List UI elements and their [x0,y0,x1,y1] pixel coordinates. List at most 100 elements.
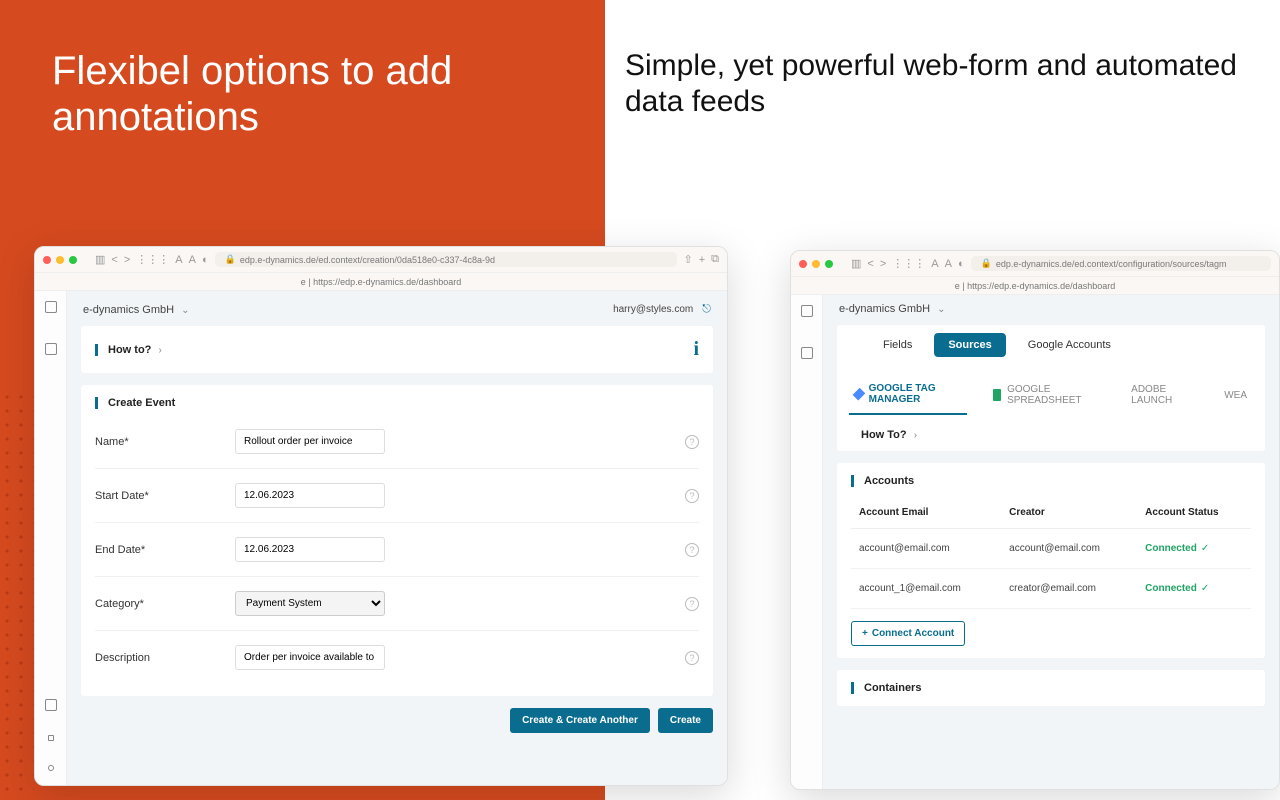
traffic-lights[interactable] [799,260,833,268]
table-row[interactable]: account_1@email.com creator@email.com Co… [851,569,1251,609]
tabs-overview-icon[interactable]: ⧉ [711,253,719,266]
subtab-wea-label: WEA [1224,390,1247,401]
create-another-button[interactable]: Create & Create Another [510,708,650,733]
rail-tag-icon[interactable] [48,735,54,741]
sidebar-toggle-icon[interactable]: ▥ [851,257,861,270]
app-main: e-dynamics GmbH ⌄ harry@styles.com ⎋ How… [67,291,727,785]
browser-tab[interactable]: e | https://edp.e-dynamics.de/dashboard [791,277,1279,295]
forward-icon[interactable]: > [880,258,886,270]
org-name: e-dynamics GmbH [839,303,930,315]
help-icon[interactable]: ? [685,489,699,503]
category-select[interactable]: Payment System [235,591,385,616]
minimize-window-icon[interactable] [812,260,820,268]
end-date-input[interactable] [235,537,385,562]
traffic-lights[interactable] [43,256,77,264]
info-icon[interactable]: i [693,338,699,361]
rail-monitor-icon[interactable] [45,343,57,355]
help-icon[interactable]: ? [685,597,699,611]
apps-icon[interactable]: ⋮⋮⋮ [136,253,169,266]
start-date-input[interactable] [235,483,385,508]
back-icon[interactable]: < [111,254,117,266]
address-bar[interactable]: 🔒 edp.e-dynamics.de/ed.context/configura… [971,256,1271,271]
cell-status: Connected [1145,583,1197,594]
subtab-gtm[interactable]: GOOGLE TAG MANAGER [849,375,967,415]
containers-title: Containers [851,682,1251,694]
minimize-window-icon[interactable] [56,256,64,264]
back-icon[interactable]: < [867,258,873,270]
subtab-adobe[interactable]: ADOBE LAUNCH [1125,376,1198,414]
browser-toolbar: ▥ < > ⋮⋮⋮ A A ◐ 🔒 edp.e-dynamics.de/ed.c… [791,251,1279,277]
subtab-wea[interactable]: WEA [1218,382,1253,409]
maximize-window-icon[interactable] [825,260,833,268]
url-text: edp.e-dynamics.de/ed.context/creation/0d… [240,255,495,265]
cell-creator: creator@email.com [1001,569,1137,609]
right-heading: Simple, yet powerful web-form and automa… [605,0,1280,120]
tab-google-accounts[interactable]: Google Accounts [1014,333,1125,357]
rail-dashboard-icon[interactable] [45,301,57,313]
org-switcher[interactable]: e-dynamics GmbH ⌄ [83,304,190,316]
howto-label[interactable]: How To? [851,429,907,441]
logout-icon[interactable]: ⎋ [702,303,711,315]
text-size-large-icon[interactable]: A [945,258,952,270]
decorative-dots [0,390,34,800]
create-event-panel: Create Event Name* ? Start Date* ? End D… [81,385,713,696]
help-icon[interactable]: ? [685,651,699,665]
text-size-large-icon[interactable]: A [189,254,196,266]
rail-monitor-icon[interactable] [801,347,813,359]
cell-email: account@email.com [851,529,1001,569]
tab-sources[interactable]: Sources [934,333,1005,357]
table-row[interactable]: account@email.com account@email.com Conn… [851,529,1251,569]
close-window-icon[interactable] [799,260,807,268]
share-icon[interactable]: ⇧ [683,253,692,266]
browser-tab[interactable]: e | https://edp.e-dynamics.de/dashboard [35,273,727,291]
text-size-icon[interactable]: A [931,258,938,270]
browser-window-create-event: ▥ < > ⋮⋮⋮ A A ◐ 🔒 edp.e-dynamics.de/ed.c… [34,246,728,786]
apps-icon[interactable]: ⋮⋮⋮ [892,257,925,270]
chevron-down-icon: ⌄ [937,304,945,315]
close-window-icon[interactable] [43,256,51,264]
chevron-down-icon: ⌄ [181,305,189,316]
forward-icon[interactable]: > [124,254,130,266]
name-input[interactable] [235,429,385,454]
rail-dashboard-icon[interactable] [801,305,813,317]
browser-toolbar: ▥ < > ⋮⋮⋮ A A ◐ 🔒 edp.e-dynamics.de/ed.c… [35,247,727,273]
chevron-right-icon: › [158,345,161,356]
connect-account-label: Connect Account [872,628,954,639]
th-email: Account Email [851,497,1001,529]
address-bar[interactable]: 🔒 edp.e-dynamics.de/ed.context/creation/… [215,252,678,267]
subtab-adobe-label: ADOBE LAUNCH [1131,384,1192,406]
accounts-panel: Accounts Account Email Creator Account S… [837,463,1265,658]
sidebar-toggle-icon[interactable]: ▥ [95,253,105,266]
org-name: e-dynamics GmbH [83,304,174,316]
browser-window-sources: ▥ < > ⋮⋮⋮ A A ◐ 🔒 edp.e-dynamics.de/ed.c… [790,250,1280,790]
shield-icon[interactable]: ◐ [202,254,209,266]
cell-email: account_1@email.com [851,569,1001,609]
lock-icon: 🔒 [981,258,992,269]
name-label: Name* [95,436,235,448]
tab-fields[interactable]: Fields [869,333,926,357]
subtab-gsheet[interactable]: GOOGLE SPREADSHEET [987,376,1105,414]
new-tab-icon[interactable]: + [699,254,705,266]
start-date-label: Start Date* [95,490,235,502]
create-button[interactable]: Create [658,708,713,733]
connect-account-button[interactable]: + Connect Account [851,621,965,646]
th-status: Account Status [1137,497,1251,529]
org-switcher[interactable]: e-dynamics GmbH ⌄ [839,303,946,315]
app-rail [35,291,67,785]
containers-panel: Containers [837,670,1265,706]
check-icon: ✓ [1201,583,1209,594]
left-heading: Flexibel options to add annotations [0,0,605,140]
text-size-icon[interactable]: A [175,254,182,266]
subtab-gtm-label: GOOGLE TAG MANAGER [869,383,962,405]
rail-chat-icon[interactable] [45,699,57,711]
rail-settings-icon[interactable] [48,765,54,771]
help-icon[interactable]: ? [685,435,699,449]
gtm-icon [853,388,865,400]
howto-panel[interactable]: How to? › i [81,326,713,373]
spreadsheet-icon [993,389,1001,401]
description-input[interactable] [235,645,385,670]
app-rail [791,295,823,789]
maximize-window-icon[interactable] [69,256,77,264]
shield-icon[interactable]: ◐ [958,258,965,270]
help-icon[interactable]: ? [685,543,699,557]
